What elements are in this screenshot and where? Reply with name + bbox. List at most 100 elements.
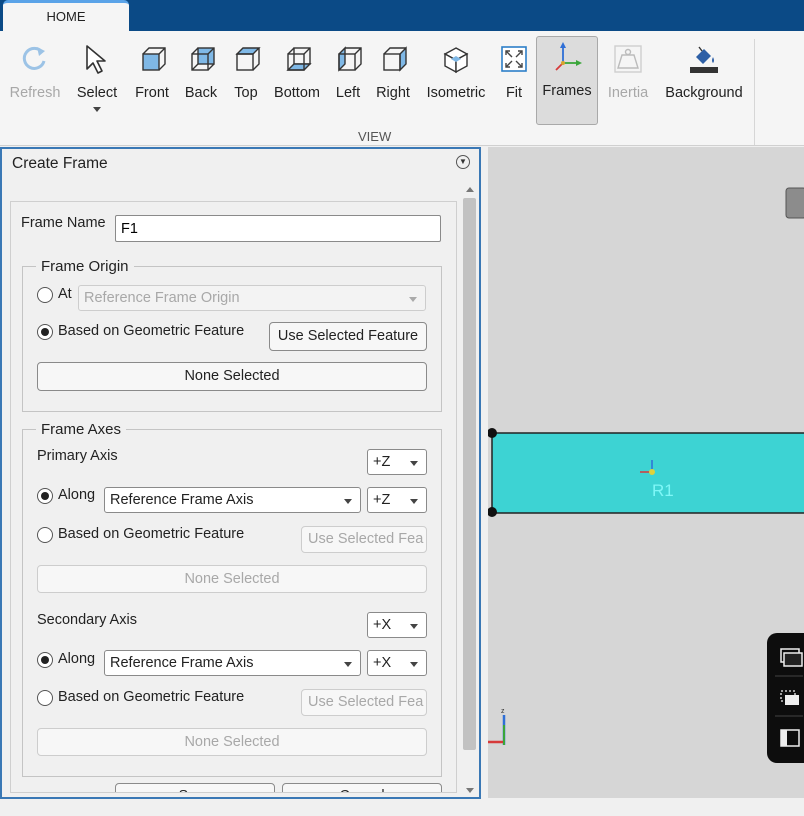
secondary-axis-dropdown[interactable]: +X xyxy=(367,612,427,638)
cancel-button[interactable]: Cancel xyxy=(282,783,442,792)
cube-left-icon xyxy=(338,46,362,72)
3d-viewport[interactable]: R1 z xyxy=(488,147,804,798)
origin-use-selected-button[interactable]: Use Selected Feature xyxy=(269,322,427,351)
secondary-along-dropdown[interactable]: Reference Frame Axis xyxy=(104,650,361,676)
fit-to-view-icon xyxy=(501,46,527,72)
refresh-label: Refresh xyxy=(9,85,61,101)
chevron-down-icon xyxy=(344,662,352,667)
fit-label: Fit xyxy=(505,85,523,101)
frames-button[interactable]: Frames xyxy=(536,36,598,125)
primary-axis-dropdown[interactable]: +Z xyxy=(367,449,427,475)
origin-geo-radio[interactable] xyxy=(37,324,53,340)
primary-along-radio[interactable] xyxy=(37,488,53,504)
secondary-axis-value: +X xyxy=(373,617,392,633)
frame-name-input[interactable] xyxy=(115,215,441,242)
scroll-up-icon[interactable] xyxy=(466,187,474,192)
frame-origin-legend: Frame Origin xyxy=(41,258,129,275)
primary-along-axis-value: +Z xyxy=(373,492,391,508)
secondary-none-selected-button[interactable]: None Selected xyxy=(37,728,427,756)
scroll-down-icon[interactable] xyxy=(466,788,474,793)
back-view-button[interactable]: Back xyxy=(180,39,222,139)
right-label: Right xyxy=(376,85,410,101)
chevron-down-icon: ▼ xyxy=(459,157,467,166)
weight-icon xyxy=(614,45,642,73)
collapse-panel-button[interactable]: ▼ xyxy=(456,155,470,169)
primary-along-dropdown[interactable]: Reference Frame Axis xyxy=(104,487,361,513)
origin-at-label: At xyxy=(58,286,72,302)
bottom-view-button[interactable]: Bottom xyxy=(270,39,324,139)
select-button[interactable]: Select xyxy=(72,39,122,139)
refresh-icon xyxy=(22,46,46,70)
chevron-down-icon xyxy=(410,499,418,504)
chevron-down-icon xyxy=(409,297,417,302)
top-view-button[interactable]: Top xyxy=(228,39,264,139)
select-label: Select xyxy=(76,85,118,101)
cube-top-icon xyxy=(235,47,261,71)
secondary-along-axis-value: +X xyxy=(373,655,392,671)
save-button[interactable]: Save xyxy=(115,783,275,792)
chevron-down-icon xyxy=(410,461,418,466)
top-label: Top xyxy=(234,85,258,101)
left-view-button[interactable]: Left xyxy=(330,39,366,139)
fit-button[interactable]: Fit xyxy=(497,39,531,139)
primary-use-selected-button[interactable]: Use Selected Fea xyxy=(301,526,427,553)
cube-right-icon xyxy=(383,46,407,72)
axis-triad: z xyxy=(488,708,506,745)
frames-label: Frames xyxy=(542,83,592,99)
view-tools-toolbar xyxy=(767,633,804,763)
secondary-along-axis-dropdown[interactable]: +X xyxy=(367,650,427,676)
secondary-along-radio[interactable] xyxy=(37,652,53,668)
panel-scrollbar[interactable] xyxy=(463,185,477,797)
cube-back-icon xyxy=(191,47,215,71)
origin-at-dropdown-value: Reference Frame Origin xyxy=(84,290,240,306)
refresh-button[interactable]: Refresh xyxy=(5,39,65,139)
cursor-arrow-icon xyxy=(86,45,106,74)
background-label: Background xyxy=(665,85,743,101)
front-view-button[interactable]: Front xyxy=(130,39,174,139)
origin-at-radio[interactable] xyxy=(37,287,53,303)
chevron-down-icon xyxy=(344,499,352,504)
body-block[interactable] xyxy=(491,432,804,514)
secondary-use-selected-button[interactable]: Use Selected Fea xyxy=(301,689,427,716)
zoom-region-icon[interactable] xyxy=(780,690,799,705)
primary-axis-label: Primary Axis xyxy=(37,448,118,464)
background-button[interactable]: Background xyxy=(661,39,747,139)
origin-none-selected-button[interactable]: None Selected xyxy=(37,362,427,391)
inertia-button[interactable]: Inertia xyxy=(605,39,651,139)
view-tools-icons xyxy=(775,648,803,747)
chevron-down-icon xyxy=(410,662,418,667)
inertia-label: Inertia xyxy=(607,85,649,101)
ribbon-toolstrip: Refresh Select Front Back Top Bottom Lef… xyxy=(0,31,804,146)
frame-name-label: Frame Name xyxy=(21,215,106,231)
cube-front-icon xyxy=(142,47,166,71)
paint-bucket-icon xyxy=(690,46,718,73)
view-cube-handle[interactable] xyxy=(785,187,804,219)
right-view-button[interactable]: Right xyxy=(372,39,414,139)
create-frame-panel: Create Frame ▼ Frame Name Frame Origin A… xyxy=(0,147,481,799)
front-label: Front xyxy=(135,85,169,101)
primary-axis-value: +Z xyxy=(373,454,391,470)
panel-toggle-icon[interactable] xyxy=(780,729,800,747)
left-label: Left xyxy=(335,85,361,101)
cube-bottom-icon xyxy=(286,47,312,71)
tab-home[interactable]: HOME xyxy=(3,0,129,32)
chevron-down-icon xyxy=(93,107,101,112)
secondary-geo-radio[interactable] xyxy=(37,690,53,706)
isometric-view-button[interactable]: Isometric xyxy=(422,39,490,139)
frame-r1-label: R1 xyxy=(652,481,674,500)
ribbon-divider xyxy=(754,39,755,145)
primary-along-label: Along xyxy=(58,487,96,503)
primary-geo-radio[interactable] xyxy=(37,527,53,543)
panel-title: Create Frame xyxy=(12,155,108,172)
panel-content: Frame Name Frame Origin At Reference Fra… xyxy=(10,201,457,793)
bottom-label: Bottom xyxy=(274,85,320,101)
status-bar xyxy=(0,799,804,816)
primary-none-selected-button[interactable]: None Selected xyxy=(37,565,427,593)
chevron-down-icon xyxy=(410,624,418,629)
frame-axes-legend: Frame Axes xyxy=(41,421,122,438)
origin-at-dropdown[interactable]: Reference Frame Origin xyxy=(78,285,426,311)
restore-view-icon[interactable] xyxy=(780,648,803,667)
primary-along-axis-dropdown[interactable]: +Z xyxy=(367,487,427,513)
triad-z-label: z xyxy=(501,708,505,715)
scroll-thumb[interactable] xyxy=(463,198,476,750)
